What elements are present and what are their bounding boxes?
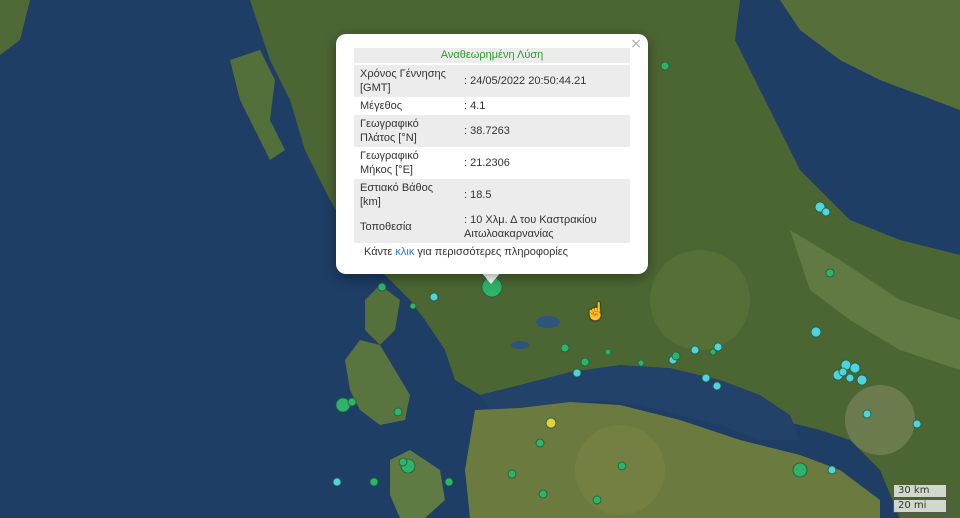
earthquake-marker[interactable] (429, 292, 439, 302)
earthquake-marker[interactable] (671, 351, 681, 361)
earthquake-marker[interactable] (560, 343, 570, 353)
earthquake-marker[interactable] (838, 367, 848, 377)
earthquake-marker[interactable] (377, 282, 387, 292)
earthquake-marker[interactable] (660, 61, 670, 71)
earthquake-marker[interactable] (637, 359, 645, 367)
row-label: Γεωγραφικό Μήκος [°E] (360, 150, 419, 176)
row-latitude: Γεωγραφικό Πλάτος [°N] : 38.7263 (354, 115, 630, 147)
row-label: Μέγεθος (360, 100, 403, 112)
earthquake-marker[interactable] (792, 462, 808, 478)
earthquake-marker[interactable] (409, 302, 417, 310)
earthquake-marker[interactable] (849, 362, 861, 374)
earthquake-marker[interactable] (545, 417, 557, 429)
earthquake-marker[interactable] (701, 373, 711, 383)
earthquake-marker[interactable] (398, 457, 408, 467)
row-value: : 10 Χλμ. Δ του Καστρακίου Αιτωλοακαρναν… (458, 211, 630, 243)
earthquake-marker[interactable] (393, 407, 403, 417)
row-depth: Εστιακό Βάθος [km] : 18.5 (354, 179, 630, 211)
earthquake-marker[interactable] (335, 397, 351, 413)
earthquake-marker[interactable] (580, 357, 590, 367)
close-icon[interactable]: × (630, 36, 642, 52)
earthquake-marker[interactable] (856, 374, 868, 386)
row-longitude: Γεωγραφικό Μήκος [°E] : 21.2306 (354, 147, 630, 179)
row-label: Εστιακό Βάθος [km] (354, 179, 458, 211)
earthquake-marker[interactable] (592, 495, 602, 505)
more-info-link[interactable]: κλικ (395, 246, 414, 258)
row-location: Τοποθεσία : 10 Χλμ. Δ του Καστρακίου Αιτ… (354, 211, 630, 243)
more-suffix: για περισσότερες πληροφορίες (414, 246, 568, 258)
popup-title: Αναθεωρημένη Λύση (354, 48, 630, 63)
earthquake-marker[interactable] (827, 465, 837, 475)
row-value: : 4.1 (464, 100, 486, 112)
earthquake-marker[interactable] (538, 489, 548, 499)
row-value: : 38.7263 (458, 115, 630, 147)
row-value: : 21.2306 (464, 157, 510, 169)
earthquake-marker[interactable] (690, 345, 700, 355)
earthquake-marker[interactable] (507, 469, 517, 479)
earthquake-marker[interactable] (862, 409, 872, 419)
more-prefix: Κάντε (364, 246, 396, 258)
earthquake-marker[interactable] (810, 326, 822, 338)
row-origin-time: Χρόνος Γέννησης [GMT] : 24/05/2022 20:50… (354, 65, 630, 97)
earthquake-marker[interactable] (332, 477, 342, 487)
scale-bar-km: 30 km (893, 485, 947, 498)
earthquake-marker[interactable] (604, 348, 612, 356)
row-value: : 18.5 (458, 179, 630, 211)
earthquake-info-popup: × Αναθεωρημένη Λύση Χρόνος Γέννησης [GMT… (336, 34, 648, 274)
info-table: Χρόνος Γέννησης [GMT] : 24/05/2022 20:50… (354, 65, 630, 243)
scale-bar-mi: 20 mi (893, 500, 947, 513)
earthquake-marker[interactable] (572, 368, 582, 378)
earthquake-marker[interactable] (535, 438, 545, 448)
more-info-line: Κάντε κλικ για περισσότερες πληροφορίες (364, 246, 568, 258)
earthquake-marker[interactable] (347, 397, 357, 407)
earthquake-marker[interactable] (845, 373, 855, 383)
earthquake-marker[interactable] (617, 461, 627, 471)
row-magnitude: Μέγεθος : 4.1 (354, 97, 630, 115)
row-label: Γεωγραφικό Πλάτος [°N] (354, 115, 458, 147)
row-label: Χρόνος Γέννησης [GMT] (354, 65, 458, 97)
row-value: : 24/05/2022 20:50:44.21 (458, 65, 630, 97)
row-label: Τοποθεσία (354, 211, 458, 243)
earthquake-marker[interactable] (821, 207, 831, 217)
earthquake-marker[interactable] (825, 268, 835, 278)
hand-cursor-icon: ☝ (585, 302, 607, 321)
earthquake-marker[interactable] (912, 419, 922, 429)
earthquake-marker[interactable] (369, 477, 379, 487)
earthquake-marker[interactable] (712, 381, 722, 391)
earthquake-marker[interactable] (444, 477, 454, 487)
earthquake-marker[interactable] (709, 348, 717, 356)
